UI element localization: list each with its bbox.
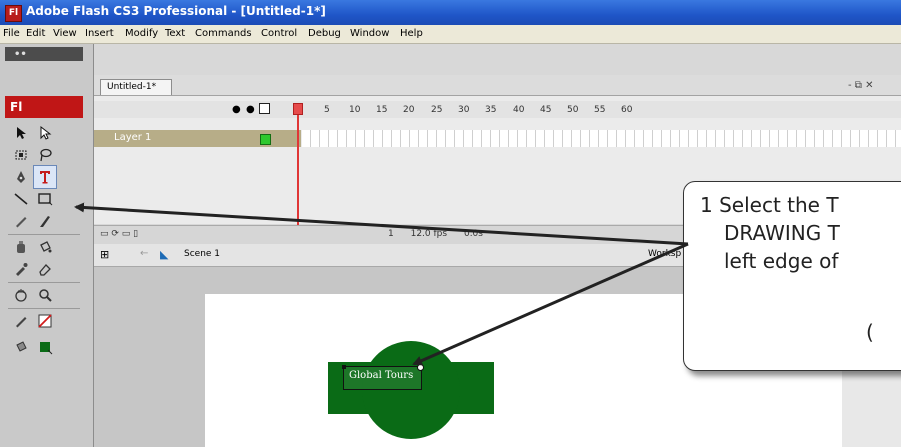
rectangle-tool-icon[interactable] — [34, 188, 56, 210]
layer-row[interactable]: Layer 1 — [94, 130, 301, 147]
frame-tick: 30 — [458, 105, 470, 115]
menu-file[interactable]: File — [3, 28, 20, 39]
frame-tick: 10 — [349, 105, 361, 115]
elapsed-time: 0.0s — [463, 229, 483, 239]
callout-line-2: DRAWING T — [724, 221, 840, 245]
paint-bucket-tool-icon[interactable] — [34, 236, 56, 258]
window-title: Adobe Flash CS3 Professional - [Untitled… — [26, 4, 326, 18]
menu-control[interactable]: Control — [261, 28, 297, 39]
brush-tool-icon[interactable] — [34, 210, 56, 232]
frame-tick: 55 — [594, 105, 606, 115]
scene-label[interactable]: Scene 1 — [184, 249, 220, 259]
resize-handle[interactable] — [342, 365, 346, 369]
frame-tick: 50 — [567, 105, 579, 115]
timeline-frames[interactable] — [302, 130, 901, 147]
layer-color-icon[interactable] — [260, 134, 271, 145]
menu-debug[interactable]: Debug — [308, 28, 341, 39]
timeline-status: 1 12.0 fps 0.0s — [388, 229, 483, 239]
text-field-handle[interactable] — [417, 364, 424, 371]
frame-tick: 20 — [403, 105, 415, 115]
menu-modify[interactable]: Modify — [125, 28, 158, 39]
pencil-tool-icon[interactable] — [10, 210, 32, 232]
playhead-handle[interactable] — [293, 103, 303, 115]
menu-view[interactable]: View — [53, 28, 77, 39]
tab-untitled-1[interactable]: Untitled-1* — [100, 79, 172, 95]
badge-shape[interactable] — [320, 335, 520, 447]
global-tours-text[interactable]: Global Tours — [349, 370, 413, 381]
scene-icon: ◣ — [160, 248, 169, 261]
menu-commands[interactable]: Commands — [195, 28, 252, 39]
fill-color-swatch[interactable] — [34, 336, 56, 358]
selection-tool-icon[interactable] — [10, 122, 32, 144]
frame-rate: 12.0 fps — [410, 229, 448, 239]
document-tab-bar — [94, 75, 901, 96]
menu-window[interactable]: Window — [350, 28, 389, 39]
hand-tool-icon[interactable] — [10, 284, 32, 306]
line-tool-icon[interactable] — [10, 188, 32, 210]
frame-tick: 25 — [431, 105, 443, 115]
menu-edit[interactable]: Edit — [26, 28, 45, 39]
callout-line-3: left edge of — [724, 249, 839, 273]
menu-text[interactable]: Text — [165, 28, 185, 39]
paint-bucket-fill-icon[interactable] — [10, 336, 32, 358]
timeline-toggle-icon[interactable]: ⊞ — [100, 248, 109, 261]
menu-bar: File Edit View Insert Modify Text Comman… — [0, 25, 901, 44]
text-tool-icon[interactable] — [33, 165, 57, 189]
menu-insert[interactable]: Insert — [85, 28, 114, 39]
flash-logo: Fl — [5, 96, 83, 118]
ink-bottle-tool-icon[interactable] — [10, 236, 32, 258]
frame-tick: 5 — [324, 105, 330, 115]
app-icon: Fl — [5, 5, 22, 22]
pen-tool-icon[interactable] — [10, 166, 32, 188]
current-frame: 1 — [388, 229, 394, 239]
frame-tick: 35 — [485, 105, 497, 115]
back-arrow-icon[interactable]: ← — [140, 248, 148, 259]
eyedropper-tool-icon[interactable] — [10, 258, 32, 280]
tools-divider — [8, 234, 80, 235]
menu-help[interactable]: Help — [400, 28, 423, 39]
eraser-tool-icon[interactable] — [34, 258, 56, 280]
tools-divider — [8, 282, 80, 283]
frame-tick: 45 — [540, 105, 552, 115]
workspace-menu[interactable]: Worksp — [648, 249, 681, 259]
callout-line-1: 1 Select the T — [700, 193, 839, 217]
subselection-tool-icon[interactable] — [34, 122, 56, 144]
tools-divider — [8, 308, 80, 309]
tools-panel-header[interactable]: •• — [5, 47, 83, 61]
stroke-color-icon[interactable] — [10, 310, 32, 332]
eye-icon[interactable]: ● — [232, 104, 241, 115]
lock-icon[interactable]: ● — [246, 104, 255, 115]
frame-tick: 40 — [513, 105, 525, 115]
free-transform-tool-icon[interactable] — [10, 144, 32, 166]
playhead-line — [297, 103, 299, 229]
frame-tick: 15 — [376, 105, 388, 115]
zoom-tool-icon[interactable] — [34, 284, 56, 306]
callout-trailing: ( — [866, 320, 874, 344]
grip-icon[interactable]: •• — [14, 49, 27, 60]
document-window-controls[interactable]: - ⧉ ✕ — [848, 80, 874, 91]
outline-icon[interactable] — [259, 103, 270, 114]
timeline-header — [94, 101, 901, 118]
frame-tick: 60 — [621, 105, 633, 115]
stroke-color-swatch[interactable] — [34, 310, 56, 332]
callout-text: 1 Select the T DRAWING T left edge of — [700, 191, 840, 275]
layer-buttons[interactable]: ▭ ⟳ ▭ ▯ — [100, 229, 138, 239]
lasso-tool-icon[interactable] — [34, 144, 56, 166]
layer-name[interactable]: Layer 1 — [114, 132, 151, 143]
